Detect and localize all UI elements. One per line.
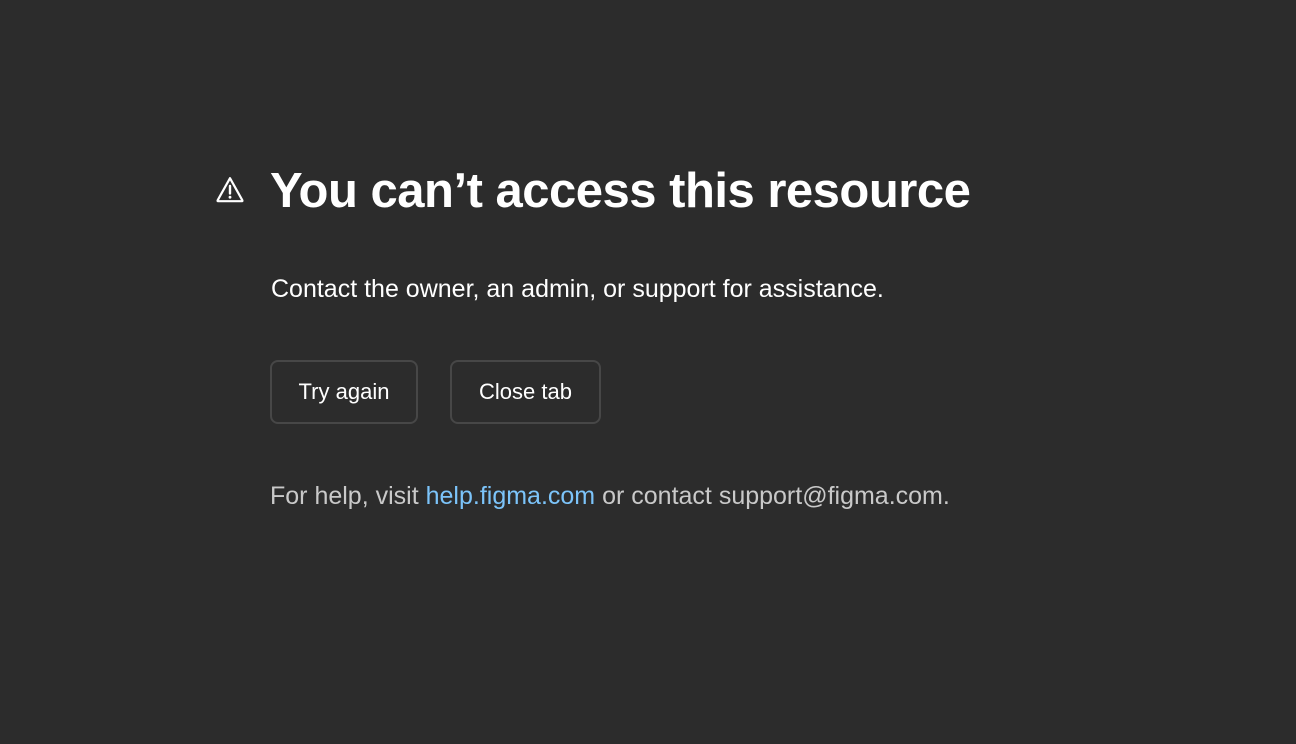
error-page: You can’t access this resource Contact t… [0, 0, 1296, 744]
support-email: support@figma.com [718, 482, 943, 510]
help-middle: or contact [595, 482, 719, 510]
close-tab-button[interactable]: Close tab [450, 360, 601, 424]
help-prefix: For help, visit [270, 482, 426, 510]
try-again-button[interactable]: Try again [270, 360, 418, 424]
page-title: You can’t access this resource [270, 164, 971, 218]
help-text: For help, visit help.figma.com or contac… [270, 478, 950, 514]
warning-triangle-icon [216, 177, 244, 203]
help-suffix: . [942, 482, 950, 510]
help-link[interactable]: help.figma.com [426, 482, 596, 510]
page-subtitle: Contact the owner, an admin, or support … [271, 275, 884, 303]
